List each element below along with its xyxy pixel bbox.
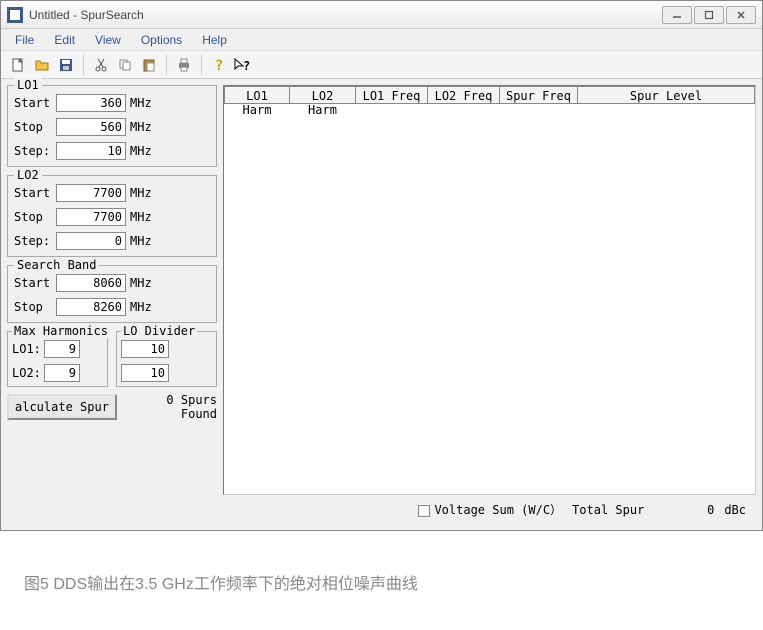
about-button[interactable]: ? bbox=[208, 54, 230, 76]
table-header: LO1 Harm LO2 Harm LO1 Freq LO2 Freq Spur… bbox=[224, 86, 755, 104]
app-icon bbox=[7, 7, 23, 23]
sb-stop-unit: MHz bbox=[130, 300, 156, 314]
lo2-start-label: Start bbox=[14, 186, 52, 200]
figure-caption: 图5 DDS输出在3.5 GHz工作频率下的绝对相位噪声曲线 bbox=[24, 570, 418, 594]
lo2-stop-label: Stop bbox=[14, 210, 52, 224]
right-panel: LO1 Harm LO2 Harm LO1 Freq LO2 Freq Spur… bbox=[223, 85, 756, 524]
new-button[interactable] bbox=[7, 54, 29, 76]
minimize-button[interactable] bbox=[662, 6, 692, 24]
col-spurfreq[interactable]: Spur Freq bbox=[500, 86, 578, 104]
lo1-stop-label: Stop bbox=[14, 120, 52, 134]
total-spur-label: Total Spur bbox=[572, 503, 644, 517]
lo1-legend: LO1 bbox=[14, 78, 42, 92]
menu-options[interactable]: Options bbox=[133, 31, 190, 49]
lo1-step-input[interactable] bbox=[56, 142, 126, 160]
sb-start-unit: MHz bbox=[130, 276, 156, 290]
cut-button[interactable] bbox=[90, 54, 112, 76]
col-lo1harm[interactable]: LO1 Harm bbox=[224, 86, 290, 104]
lo2-step-label: Step: bbox=[14, 234, 52, 248]
menu-help[interactable]: Help bbox=[194, 31, 235, 49]
lo1-start-unit: MHz bbox=[130, 96, 156, 110]
maxharm-group: Max Harmonics LO1: LO2: bbox=[7, 331, 108, 387]
window-controls bbox=[662, 6, 756, 24]
content-area: LO1 Start MHz Stop MHz Step: MHz bbox=[1, 79, 762, 530]
maxharm-lo1-input[interactable] bbox=[44, 340, 80, 358]
toolbar: ? ? bbox=[1, 51, 762, 79]
status-row: Voltage Sum (W/C） Total Spur 0 dBc bbox=[223, 495, 756, 524]
voltage-sum-checkbox[interactable]: Voltage Sum (W/C） bbox=[418, 501, 562, 518]
sb-start-input[interactable] bbox=[56, 274, 126, 292]
paste-button[interactable] bbox=[138, 54, 160, 76]
menubar: File Edit View Options Help bbox=[1, 29, 762, 51]
whats-this-button[interactable]: ? bbox=[232, 54, 254, 76]
titlebar: Untitled - SpurSearch bbox=[1, 1, 762, 29]
maxharm-lo1-label: LO1: bbox=[12, 342, 40, 356]
lo2-start-unit: MHz bbox=[130, 186, 156, 200]
lodiv-1-input[interactable] bbox=[121, 340, 169, 358]
lodiv-2-input[interactable] bbox=[121, 364, 169, 382]
lo2-start-input[interactable] bbox=[56, 184, 126, 202]
menu-file[interactable]: File bbox=[7, 31, 42, 49]
open-button[interactable] bbox=[31, 54, 53, 76]
lo1-step-unit: MHz bbox=[130, 144, 156, 158]
col-lo1freq[interactable]: LO1 Freq bbox=[356, 86, 428, 104]
svg-text:?: ? bbox=[243, 59, 250, 73]
lodiv-legend: LO Divider bbox=[121, 324, 197, 338]
col-lo2freq[interactable]: LO2 Freq bbox=[428, 86, 500, 104]
searchband-group: Search Band Start MHz Stop MHz bbox=[7, 265, 217, 323]
app-window: Untitled - SpurSearch File Edit View Opt… bbox=[0, 0, 763, 531]
col-spurlevel[interactable]: Spur Level bbox=[578, 86, 755, 104]
lo1-stop-unit: MHz bbox=[130, 120, 156, 134]
sb-stop-label: Stop bbox=[14, 300, 52, 314]
lo2-stop-input[interactable] bbox=[56, 208, 126, 226]
lodiv-group: LO Divider bbox=[116, 331, 217, 387]
spurs-found-text: 0 Spurs Found bbox=[125, 393, 217, 422]
close-button[interactable] bbox=[726, 6, 756, 24]
menu-view[interactable]: View bbox=[87, 31, 129, 49]
left-panel: LO1 Start MHz Stop MHz Step: MHz bbox=[7, 85, 217, 524]
total-spur-value: 0 bbox=[654, 503, 714, 517]
menu-edit[interactable]: Edit bbox=[46, 31, 83, 49]
lo1-step-label: Step: bbox=[14, 144, 52, 158]
sb-stop-input[interactable] bbox=[56, 298, 126, 316]
col-lo2harm[interactable]: LO2 Harm bbox=[290, 86, 356, 104]
save-button[interactable] bbox=[55, 54, 77, 76]
table-body bbox=[224, 104, 755, 494]
print-button[interactable] bbox=[173, 54, 195, 76]
total-spur-unit: dBc bbox=[724, 503, 746, 517]
window-title: Untitled - SpurSearch bbox=[29, 8, 144, 22]
maxharm-lo2-label: LO2: bbox=[12, 366, 40, 380]
calculate-spur-button[interactable]: alculate Spur bbox=[7, 394, 117, 420]
lo1-start-label: Start bbox=[14, 96, 52, 110]
sb-start-label: Start bbox=[14, 276, 52, 290]
lo2-step-unit: MHz bbox=[130, 234, 156, 248]
results-table: LO1 Harm LO2 Harm LO1 Freq LO2 Freq Spur… bbox=[223, 85, 756, 495]
lo1-group: LO1 Start MHz Stop MHz Step: MHz bbox=[7, 85, 217, 167]
lo1-start-input[interactable] bbox=[56, 94, 126, 112]
maxharm-lo2-input[interactable] bbox=[44, 364, 80, 382]
lo1-stop-input[interactable] bbox=[56, 118, 126, 136]
maximize-button[interactable] bbox=[694, 6, 724, 24]
lo2-step-input[interactable] bbox=[56, 232, 126, 250]
maxharm-legend: Max Harmonics bbox=[12, 324, 110, 338]
searchband-legend: Search Band bbox=[14, 258, 99, 272]
copy-button[interactable] bbox=[114, 54, 136, 76]
lo2-stop-unit: MHz bbox=[130, 210, 156, 224]
lo2-legend: LO2 bbox=[14, 168, 42, 182]
lo2-group: LO2 Start MHz Stop MHz Step: MHz bbox=[7, 175, 217, 257]
svg-text:?: ? bbox=[215, 58, 223, 73]
